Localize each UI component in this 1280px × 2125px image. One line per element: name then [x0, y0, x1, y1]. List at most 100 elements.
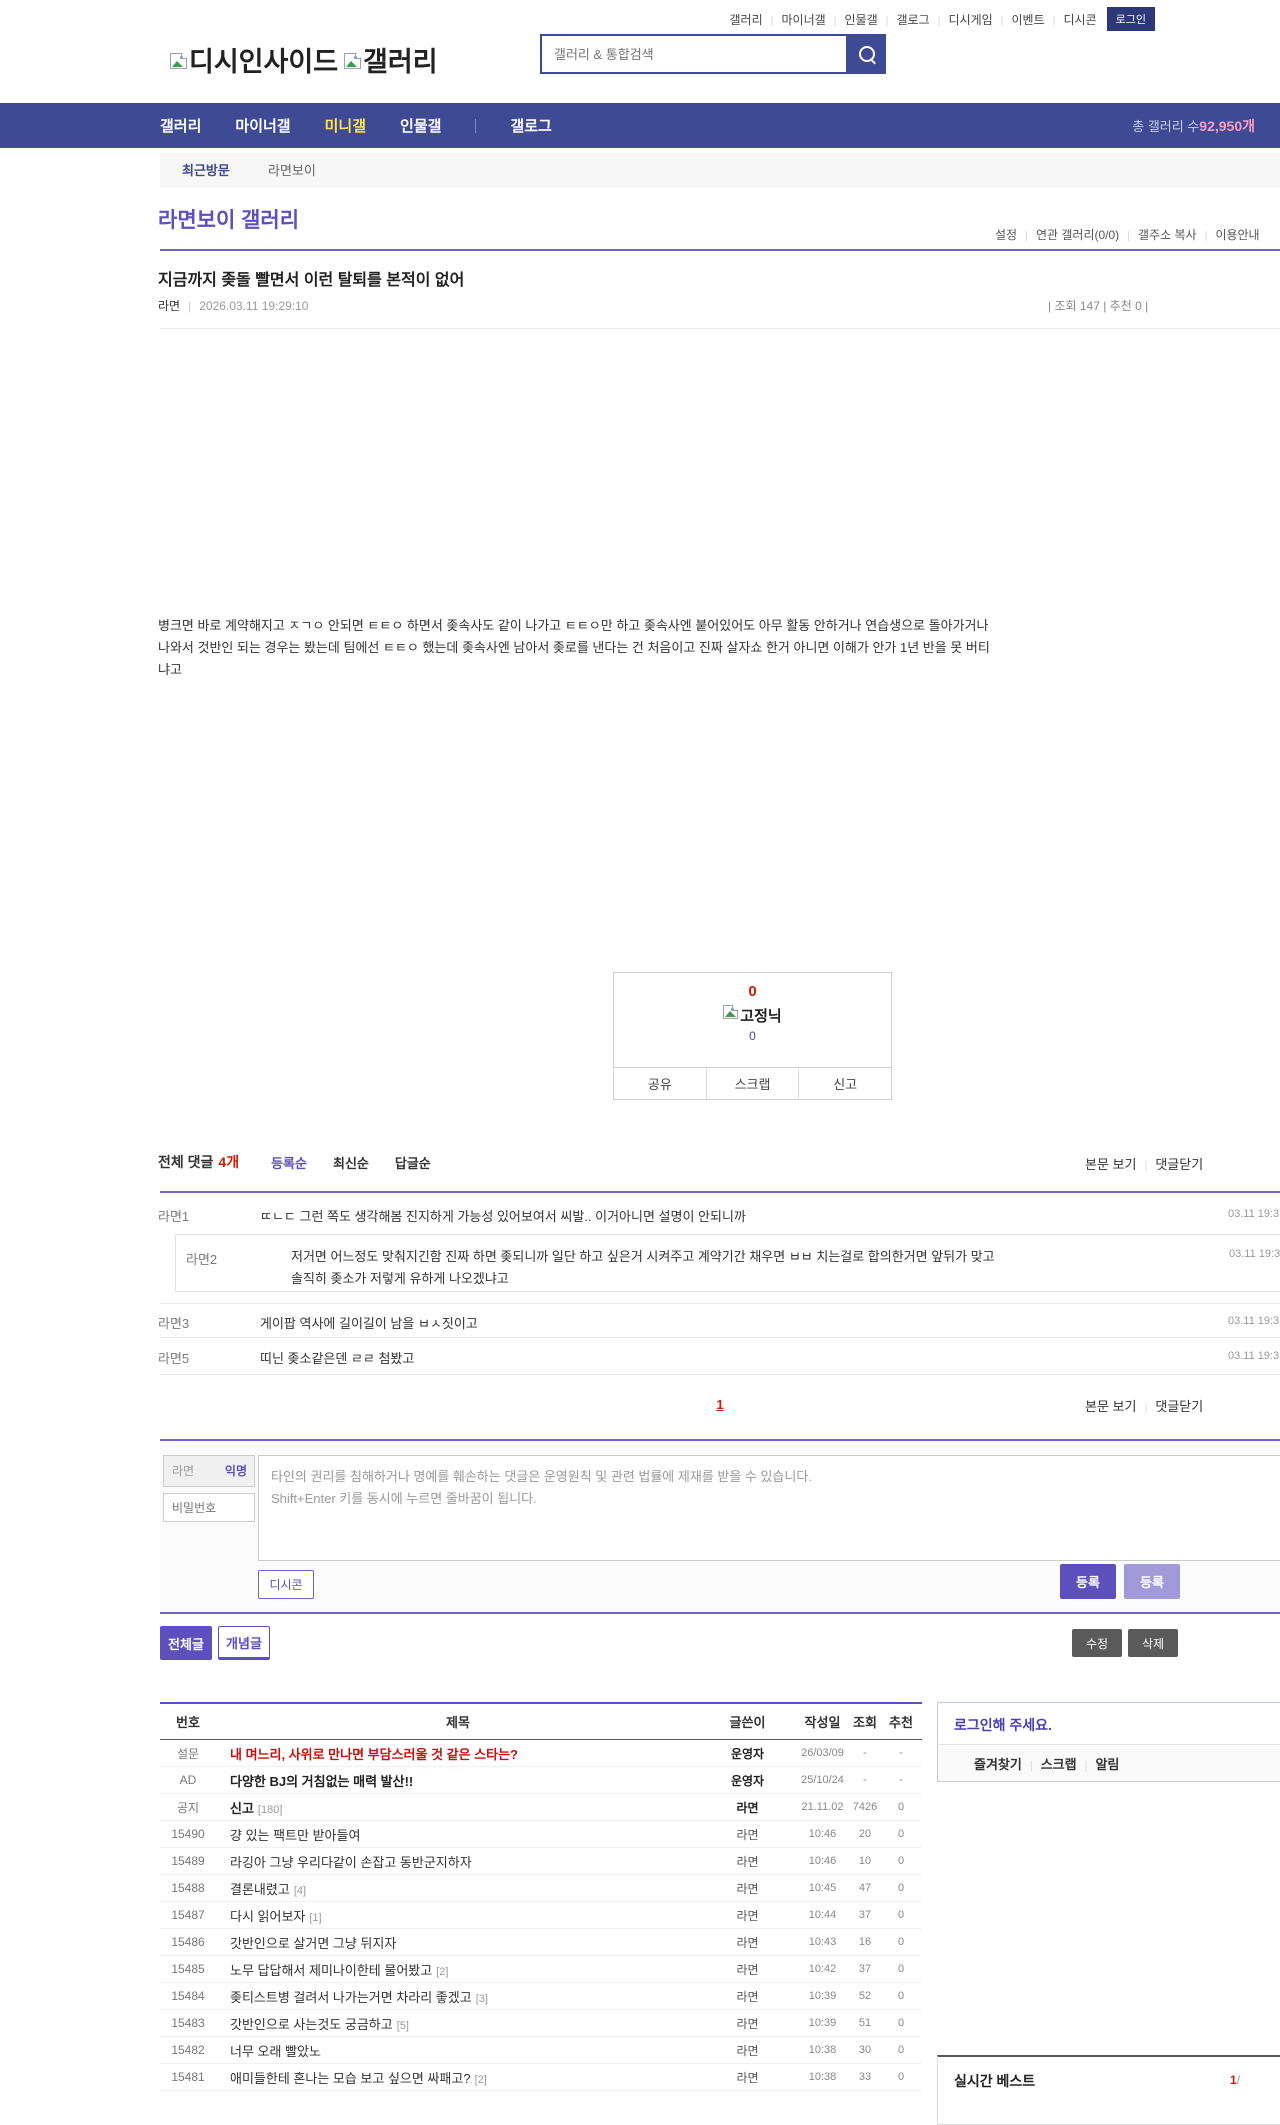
topbar-link-event[interactable]: 이벤트 [993, 11, 1045, 28]
nav-item-gallog[interactable]: 갤로그 [510, 115, 551, 136]
table-row: 15481 애미들한테 혼나는 모습 보고 싶으면 싸패고? [2] 라면 10:… [160, 2064, 922, 2091]
row-author[interactable]: 라면 [700, 2042, 795, 2059]
row-author[interactable]: 라면 [700, 1988, 795, 2005]
divider [160, 249, 1280, 251]
row-date: 10:39 [808, 1990, 837, 2002]
realtime-best-pager[interactable]: 1/ [1230, 2073, 1240, 2087]
post-author[interactable]: 라면 [158, 297, 180, 314]
nav-divider [475, 118, 477, 133]
post-link[interactable]: 애미들한테 혼나는 모습 보고 싶으면 싸패고? [230, 2071, 471, 2086]
recent-visit-label[interactable]: 최근방문 [182, 153, 230, 188]
close-comments-link[interactable]: 댓글닫기 [1136, 1396, 1203, 1415]
copy-url-link[interactable]: 갤주소 복사 [1119, 226, 1197, 243]
sort-registered[interactable]: 등록순 [271, 1153, 307, 1172]
related-gallery-link[interactable]: 연관 갤러리(0/0) [1017, 226, 1119, 243]
post-link[interactable]: 결론내렸고 [230, 1882, 290, 1897]
comment-password-input[interactable] [164, 1494, 254, 1521]
all-posts-button[interactable]: 전체글 [160, 1626, 212, 1660]
search-button[interactable] [848, 34, 886, 74]
row-author[interactable]: 라면 [700, 2069, 795, 2086]
comment-author[interactable]: 라면1 [158, 1206, 189, 1225]
board-header-row: 번호 제목 글쓴이 작성일 조회 추천 [160, 1702, 922, 1740]
tab-favorites[interactable]: 즐겨찾기 [974, 1754, 1022, 1773]
tab-scrap[interactable]: 스크랩 [1022, 1754, 1077, 1773]
row-views: 47 [858, 1882, 872, 1894]
scrap-button[interactable]: 스크랩 [705, 1068, 799, 1099]
post-body-line: 나와서 것반인 되는 경우는 봤는데 팀에선 ㅌㅌㅇ 했는데 좆속사엔 남아서 … [158, 640, 990, 655]
post-link[interactable]: 좆티스트병 걸려서 나가는거면 차라리 좋겠고 [230, 1990, 472, 2005]
view-post-link[interactable]: 본문 보기 [1085, 1396, 1136, 1415]
post-link[interactable]: 신고 [230, 1801, 254, 1816]
nav-item-persongal[interactable]: 인물갤 [400, 115, 441, 136]
upvote-count: 0 [748, 983, 757, 1000]
topbar-link-dccon[interactable]: 디시콘 [1045, 11, 1097, 28]
logo-site-text: 디시인사이드 [189, 47, 339, 77]
row-author[interactable]: 라면 [700, 1826, 795, 1843]
row-views: 10 [858, 1855, 872, 1867]
post-link[interactable]: 내 며느리, 사위로 만나면 부담스러울 것 같은 스타는? [230, 1747, 518, 1762]
topbar-link-dcgame[interactable]: 디시게임 [930, 11, 992, 28]
post-link[interactable]: 라깅아 그냥 우리다같이 손잡고 동반군지하자 [230, 1855, 472, 1870]
search-input[interactable] [542, 36, 846, 72]
row-recommend: 0 [897, 1936, 905, 1948]
broken-image-icon [723, 1005, 739, 1019]
topbar-link-gallery[interactable]: 갤러리 [730, 11, 763, 28]
table-row: 15487 다시 읽어보자 [1] 라면 10:44 37 0 [160, 1902, 922, 1929]
comment-page-1[interactable]: 1 [716, 1397, 723, 1412]
post-link[interactable]: 다시 읽어보자 [230, 1909, 305, 1924]
col-number: 번호 [176, 1715, 200, 1730]
comment-author[interactable]: 라면5 [158, 1348, 189, 1367]
comment-time: 03.11 19:3 [1228, 1350, 1280, 1362]
post-datetime: 2026.03.11 19:29:10 [199, 298, 309, 313]
topbar-link-persongal[interactable]: 인물갤 [826, 11, 878, 28]
topbar-links: 갤러리 마이너갤 인물갤 갤로그 디시게임 이벤트 디시콘 [730, 11, 1097, 28]
row-author[interactable]: 라면 [700, 1961, 795, 1978]
sort-newest[interactable]: 최신순 [333, 1153, 369, 1172]
login-button[interactable]: 로그인 [1106, 7, 1155, 31]
share-button[interactable]: 공유 [614, 1068, 706, 1099]
row-author[interactable]: 운영자 [700, 1745, 795, 1762]
post-link[interactable]: 너무 오래 빨았노 [230, 2044, 321, 2059]
nav-item-minigal-active[interactable]: 미니갤 [325, 115, 366, 136]
comment-author[interactable]: 라면3 [158, 1313, 189, 1332]
row-author[interactable]: 라면 [700, 1799, 795, 1816]
delete-button[interactable]: 삭제 [1128, 1629, 1178, 1657]
page-title[interactable]: 라면보이 갤러리 [158, 204, 299, 234]
comment-textarea[interactable]: 타인의 권리를 침해하거나 명예를 훼손하는 댓글은 운영원칙 및 관련 법률에… [258, 1455, 1280, 1561]
site-logo[interactable]: 디시인사이드 갤러리 [170, 40, 438, 79]
sort-replies[interactable]: 답글순 [395, 1153, 431, 1172]
comment-name-field[interactable]: 라면 익명 [163, 1455, 255, 1487]
comment-text: ㄸㄴㄷ 그런 쪽도 생각해봄 진지하게 가능성 있어보여서 씨발.. 이거아니면… [260, 1209, 746, 1224]
row-author[interactable]: 라면 [700, 1880, 795, 1897]
row-author[interactable]: 라면 [700, 2015, 795, 2032]
nav-item-gallery[interactable]: 갤러리 [160, 115, 201, 136]
anonymous-label: 익명 [224, 1464, 247, 1478]
recent-visit-gallery[interactable]: 라면보이 [268, 153, 316, 188]
close-comments-link[interactable]: 댓글닫기 [1136, 1154, 1203, 1173]
dccon-button[interactable]: 디시콘 [258, 1570, 314, 1599]
post-link[interactable]: 걍 있는 팩트만 받아들여 [230, 1828, 360, 1843]
topbar: 갤러리 마이너갤 인물갤 갤로그 디시게임 이벤트 디시콘 로그인 [730, 7, 1155, 31]
edit-button[interactable]: 수정 [1072, 1629, 1122, 1657]
topbar-link-minorgal[interactable]: 마이너갤 [763, 11, 825, 28]
view-post-link[interactable]: 본문 보기 [1085, 1154, 1136, 1173]
topbar-link-gallog[interactable]: 갤로그 [878, 11, 930, 28]
best-posts-button[interactable]: 개념글 [218, 1626, 270, 1660]
report-button[interactable]: 신고 [798, 1068, 891, 1099]
comment-submit-button-secondary[interactable]: 등록 [1124, 1564, 1180, 1599]
comment-count: [180] [257, 1803, 283, 1816]
row-author[interactable]: 라면 [700, 1853, 795, 1870]
post-link[interactable]: 갓반인으로 사는것도 궁금하고 [230, 2017, 393, 2032]
nav-item-minorgal[interactable]: 마이너갤 [235, 115, 290, 136]
comment-author[interactable]: 라면2 [186, 1249, 217, 1268]
row-author[interactable]: 운영자 [700, 1772, 795, 1789]
row-author[interactable]: 라면 [700, 1934, 795, 1951]
tab-alerts[interactable]: 알림 [1077, 1754, 1119, 1773]
post-link[interactable]: 노무 답답해서 제미나이한테 물어봤고 [230, 1963, 432, 1978]
guide-link[interactable]: 이용안내 [1197, 226, 1259, 243]
post-link[interactable]: 갓반인으로 살거면 그냥 뒤지자 [230, 1936, 396, 1951]
comment-submit-button[interactable]: 등록 [1060, 1564, 1116, 1599]
row-author[interactable]: 라면 [700, 1907, 795, 1924]
gallery-settings-link[interactable]: 설정 [995, 226, 1017, 243]
post-link[interactable]: 다양한 BJ의 거침없는 매력 발산!! [230, 1774, 413, 1789]
